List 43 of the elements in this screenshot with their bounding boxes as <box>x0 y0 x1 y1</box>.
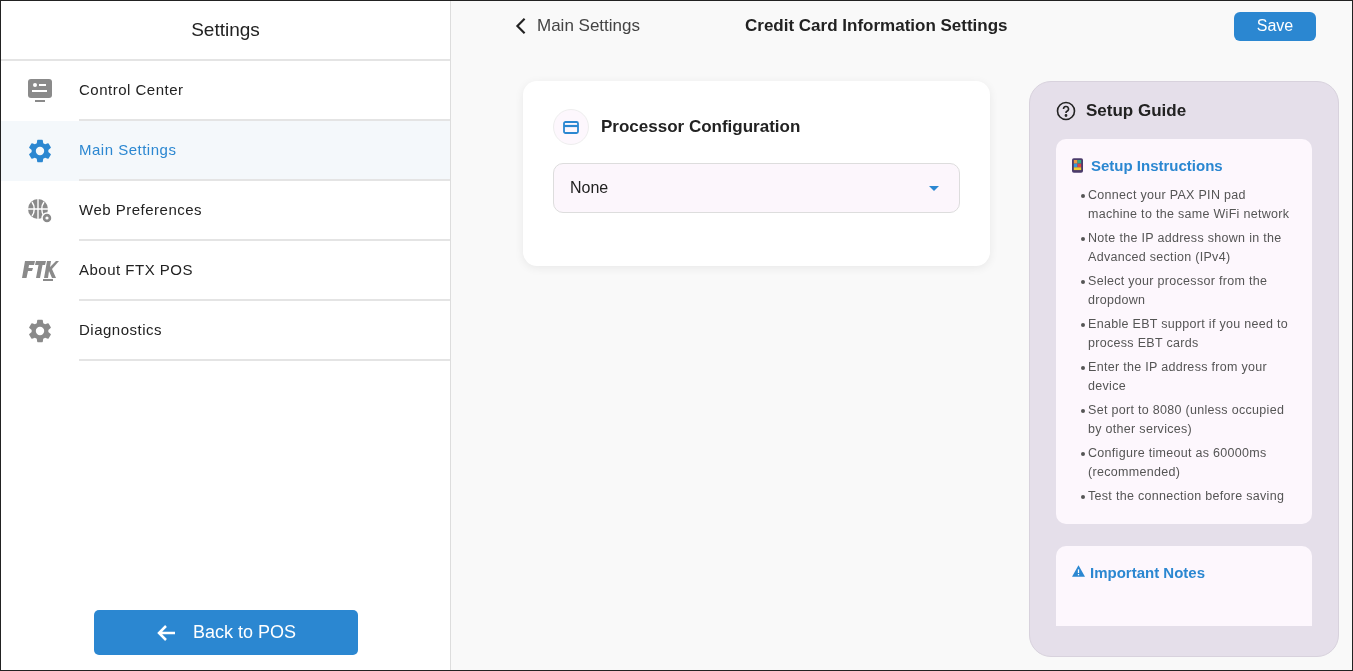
sidebar-title: Settings <box>191 17 260 42</box>
sidebar-item-label: About FTX POS <box>79 259 194 280</box>
instruction-step: Set port to 8080 (unless occupied by other services) <box>1088 401 1296 439</box>
sidebar-item-label: Control Center <box>79 79 184 100</box>
phone-icon <box>1072 158 1083 174</box>
chevron-left-icon <box>515 17 527 35</box>
card-title: Processor Configuration <box>601 116 801 139</box>
sidebar-item-label: Diagnostics <box>79 319 163 340</box>
bullet-icon <box>1081 366 1085 370</box>
logo-icon <box>21 259 59 283</box>
sidebar-item[interactable]: Main Settings <box>1 121 450 181</box>
instruction-step: Enter the IP address from your device <box>1088 358 1296 396</box>
monitor-icon <box>27 78 53 104</box>
settings-icon <box>26 137 54 165</box>
bullet-icon <box>1081 452 1085 456</box>
instruction-step: Select your processor from the dropdown <box>1088 272 1296 310</box>
dropdown-caret-icon <box>929 185 939 191</box>
bullet-icon <box>1081 409 1085 413</box>
bullet-icon <box>1081 495 1085 499</box>
sidebar-item-label: Web Preferences <box>79 199 203 220</box>
notes-title: Important Notes <box>1090 563 1205 583</box>
warning-icon <box>1072 565 1085 577</box>
instruction-step: Test the connection before saving <box>1088 487 1285 506</box>
instruction-step: Connect your PAX PIN pad machine to the same WiFi network <box>1088 186 1296 224</box>
credit-card-icon <box>563 120 579 134</box>
bullet-icon <box>1081 194 1085 198</box>
instructions-title: Setup Instructions <box>1091 155 1223 176</box>
instruction-step: Configure timeout as 60000ms (recommended) <box>1088 444 1296 482</box>
page-title: Credit Card Information Settings <box>745 15 1009 38</box>
save-button[interactable]: Save <box>1234 11 1316 41</box>
instruction-step: Note the IP address shown in the Advanced section (IPv4) <box>1088 229 1296 267</box>
settings-icon <box>26 317 54 345</box>
processor-select[interactable]: None <box>553 163 960 213</box>
back-link[interactable]: Main Settings <box>515 13 745 39</box>
bullet-icon <box>1081 280 1085 284</box>
instruction-step: Enable EBT support if you need to process EBT cards <box>1088 315 1296 353</box>
back-to-pos-button[interactable]: Back to POS <box>93 610 358 655</box>
help-icon <box>1056 100 1076 121</box>
globe-gear-icon <box>27 198 53 224</box>
sidebar-item-label: Main Settings <box>79 139 177 160</box>
bullet-icon <box>1081 237 1085 241</box>
bullet-icon <box>1081 323 1085 327</box>
guide-title: Setup Guide <box>1086 100 1187 122</box>
